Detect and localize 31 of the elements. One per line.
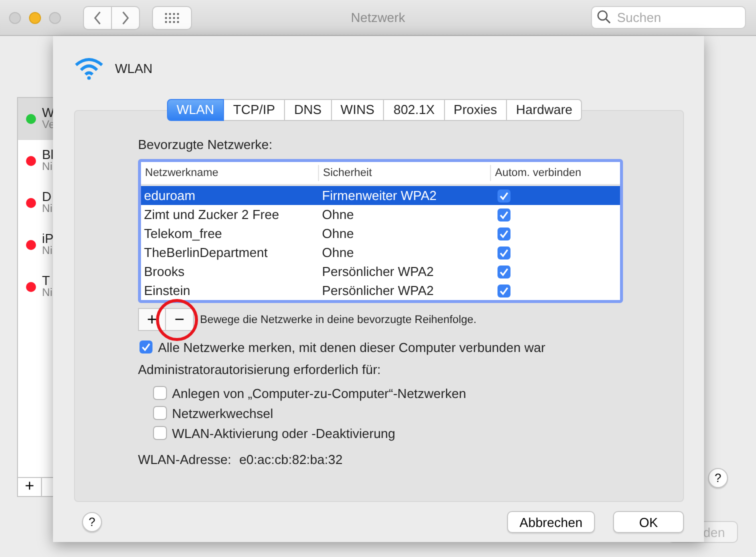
service-status: Ni bbox=[42, 161, 54, 174]
checkbox-label: Netzwerkwechsel bbox=[172, 406, 274, 420]
hint-text: Bewege die Netzwerke in deine bevorzugte Reihenfolge. bbox=[200, 314, 476, 326]
table-cell-text: Einstein bbox=[143, 283, 192, 298]
table-cell-text: Firmenweiter WPA2 bbox=[321, 188, 438, 203]
section-label: Bevorzugte Netzwerke: bbox=[138, 137, 274, 153]
table-cell-text: Telekom_free bbox=[143, 226, 224, 241]
service-name: T bbox=[42, 274, 51, 287]
table-cell-text: Persönlicher WPA2 bbox=[321, 264, 435, 279]
section-label: Administratorautorisierung erforderlich für: bbox=[138, 361, 382, 379]
address-label: WLAN-Adresse: bbox=[138, 452, 232, 467]
service-status: Ni bbox=[42, 203, 52, 216]
service-name: iP bbox=[42, 232, 54, 245]
window-title: Netzwerk bbox=[350, 10, 406, 25]
service-status: Ni bbox=[42, 287, 52, 300]
checkbox-label: Anlegen von „Computer-zu-Computer“-Netzwerken bbox=[172, 386, 466, 400]
table-cell-text: Ohne bbox=[321, 207, 355, 222]
checkbox-label: Alle Netzwerke merken, mit denen dieser Computer verbunden war bbox=[158, 340, 546, 354]
service-name: D bbox=[42, 190, 52, 203]
table-cell-text: Persönlicher WPA2 bbox=[321, 283, 435, 298]
interface-title: WLAN bbox=[115, 60, 153, 76]
address-value: e0:ac:cb:82:ba:32 bbox=[239, 452, 343, 467]
checkbox-label: WLAN-Aktivierung oder -Deaktivierung bbox=[172, 426, 396, 440]
service-name: Bl bbox=[42, 148, 54, 161]
table-cell-text: eduroam bbox=[143, 188, 196, 203]
table-cell-text: Ohne bbox=[321, 245, 355, 260]
table-cell-text: Zimt und Zucker 2 Free bbox=[143, 207, 280, 222]
table-cell-text: Brooks bbox=[143, 264, 186, 279]
service-status: Ni bbox=[42, 245, 54, 258]
table-cell-text: Ohne bbox=[321, 226, 355, 241]
table-cell-text: TheBerlinDepartment bbox=[143, 245, 269, 260]
